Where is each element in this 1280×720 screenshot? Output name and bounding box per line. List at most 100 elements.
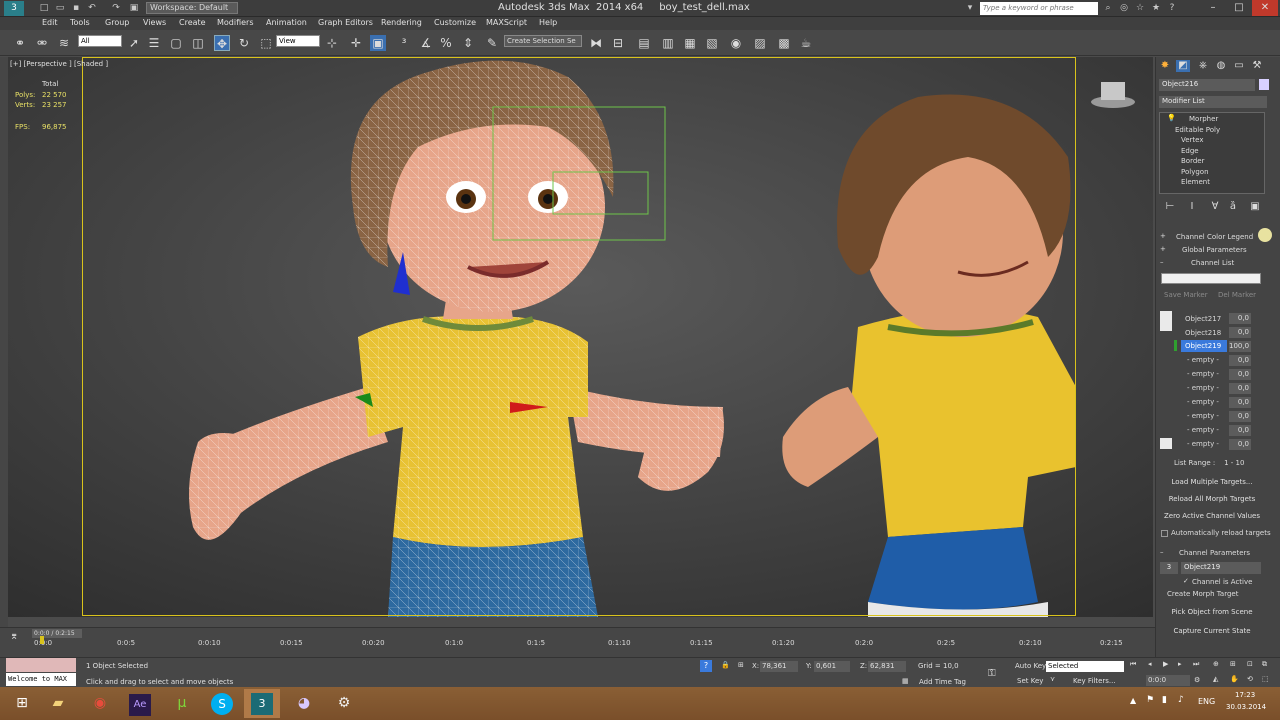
utility-app-icon[interactable]: ⚙	[326, 689, 362, 718]
select-and-rotate-icon[interactable]: ↻	[236, 35, 252, 51]
window-crossing-icon[interactable]: ◫	[190, 35, 206, 51]
search-icon[interactable]: ⌕	[1102, 2, 1114, 14]
capture-current-state-button[interactable]: Capture Current State	[1162, 625, 1262, 638]
keyboard-shortcut-override-icon[interactable]: ▣	[370, 35, 386, 51]
next-frame-icon[interactable]: ▸	[1178, 660, 1182, 668]
pick-object-button[interactable]: Pick Object from Scene	[1162, 606, 1262, 619]
windows-start-icon[interactable]: ⊞	[4, 689, 40, 718]
select-object-icon[interactable]: ➚	[126, 35, 142, 51]
redo-icon[interactable]: ↷	[110, 2, 122, 14]
maxscript-listener[interactable]: Welcome to MAX	[6, 673, 76, 686]
viewport-label[interactable]: [+] [Perspective ] [Shaded ]	[10, 60, 108, 68]
pivot-center-icon[interactable]: ⊹	[324, 35, 340, 51]
mini-curve-editor-icon[interactable]: ⌆	[10, 631, 18, 642]
configure-modifier-sets-icon[interactable]: ▣	[1248, 201, 1262, 213]
select-link-icon[interactable]: ⚭	[12, 35, 28, 51]
workspace-dropdown[interactable]: Workspace: Default	[146, 2, 238, 14]
unlink-icon[interactable]: ⚮	[34, 35, 50, 51]
channel-number-field[interactable]: 3	[1160, 562, 1178, 574]
3ds-max-taskbar-icon[interactable]: 3	[244, 689, 280, 718]
maximize-button[interactable]: □	[1226, 0, 1252, 16]
zoom-all-icon[interactable]: ⊞	[1230, 660, 1236, 668]
channel-scroll-up[interactable]	[1160, 311, 1172, 331]
make-unique-icon[interactable]: ∀	[1208, 201, 1222, 213]
menu-modifiers[interactable]: Modifiers	[217, 18, 254, 27]
zoom-extents-icon[interactable]: ⊡	[1247, 660, 1253, 668]
set-key-button[interactable]: Set Key	[1017, 677, 1043, 685]
stack-item-edge[interactable]: Edge	[1181, 147, 1199, 155]
marker-dropdown[interactable]	[1161, 273, 1261, 284]
play-icon[interactable]: ▶	[1163, 660, 1168, 668]
rollout-minus-icon[interactable]: –	[1160, 258, 1164, 266]
default-in-out-tangents-icon[interactable]: ⋎	[1050, 675, 1055, 683]
rollout-channel-color-legend[interactable]: Channel Color Legend	[1176, 233, 1253, 241]
clock-time[interactable]: 17:23	[1235, 691, 1255, 699]
channel-1[interactable]: Object217	[1185, 313, 1221, 325]
channel-8-value[interactable]: 0,0	[1229, 411, 1251, 422]
undo-icon[interactable]: ↶	[86, 2, 98, 14]
channel-7-value[interactable]: 0,0	[1229, 397, 1251, 408]
channel-7[interactable]: - empty -	[1187, 396, 1219, 408]
schematic-view-icon[interactable]: ▧	[704, 35, 720, 51]
stack-item-editable-poly[interactable]: Editable Poly	[1175, 126, 1220, 134]
channel-9[interactable]: - empty -	[1187, 424, 1219, 436]
go-to-start-icon[interactable]: ⏮	[1130, 660, 1136, 669]
pin-stack-icon[interactable]: ⊢	[1163, 201, 1177, 213]
select-and-move-icon[interactable]: ✥	[214, 35, 230, 51]
edit-named-selection-icon[interactable]: ✎	[484, 35, 500, 51]
menu-tools[interactable]: Tools	[70, 18, 90, 27]
x-coordinate-field[interactable]: 78,361	[760, 661, 798, 672]
open-icon[interactable]: ▭	[54, 2, 66, 14]
rollout-plus-icon[interactable]: +	[1160, 232, 1166, 240]
app-logo-icon[interactable]: 3	[4, 1, 24, 16]
stack-item-vertex[interactable]: Vertex	[1181, 136, 1204, 144]
channel-active-check-icon[interactable]: ✓	[1183, 577, 1189, 585]
favorites-icon[interactable]: ★	[1150, 2, 1162, 14]
help-icon[interactable]: ?	[1166, 2, 1178, 14]
channel-5-value[interactable]: 0,0	[1229, 369, 1251, 380]
channel-4[interactable]: - empty -	[1187, 354, 1219, 366]
channel-4-value[interactable]: 0,0	[1229, 355, 1251, 366]
channel-10[interactable]: - empty -	[1187, 438, 1219, 450]
key-icon[interactable]: ⚿	[988, 668, 996, 679]
new-icon[interactable]: □	[38, 2, 50, 14]
tray-flag-icon[interactable]: ⚑	[1146, 695, 1154, 705]
absolute-mode-icon[interactable]: ⊞	[738, 661, 744, 669]
menu-create[interactable]: Create	[179, 18, 206, 27]
material-editor-icon[interactable]: ◉	[728, 35, 744, 51]
rollout-minus-icon[interactable]: –	[1160, 548, 1164, 556]
zoom-icon[interactable]: ⊕	[1213, 660, 1219, 668]
select-and-scale-icon[interactable]: ⬚	[258, 35, 274, 51]
channel-6[interactable]: - empty -	[1187, 382, 1219, 394]
utilities-tab-icon[interactable]: ⚒	[1250, 60, 1264, 72]
mirror-icon[interactable]: ⧓	[588, 35, 604, 51]
channel-1-value[interactable]: 0,0	[1229, 313, 1251, 324]
bind-space-warp-icon[interactable]: ≋	[56, 35, 72, 51]
align-icon[interactable]: ⊟	[610, 35, 626, 51]
chrome-icon[interactable]: ◉	[82, 689, 118, 718]
lock-icon[interactable]: 🔒	[721, 661, 730, 669]
layer-manager-icon[interactable]: ▤	[636, 35, 652, 51]
stack-item-border[interactable]: Border	[1181, 157, 1204, 165]
close-button[interactable]: ✕	[1252, 0, 1278, 16]
key-mode-dropdown[interactable]: Selected	[1046, 661, 1124, 672]
stack-item-element[interactable]: Element	[1181, 178, 1210, 186]
show-end-result-icon[interactable]: I	[1185, 201, 1199, 213]
reload-all-morph-targets-button[interactable]: Reload All Morph Targets	[1162, 493, 1262, 506]
channel-8[interactable]: - empty -	[1187, 410, 1219, 422]
save-marker-button[interactable]: Save Marker	[1164, 291, 1208, 299]
skype-icon[interactable]: S	[204, 689, 240, 718]
utorrent-icon[interactable]: µ	[164, 689, 200, 718]
object-color-swatch[interactable]	[1259, 79, 1269, 90]
tray-network-icon[interactable]: ▮	[1162, 695, 1167, 705]
communication-icon[interactable]: ☆	[1134, 2, 1146, 14]
subscription-icon[interactable]: ◎	[1118, 2, 1130, 14]
tray-volume-icon[interactable]: ♪	[1178, 695, 1184, 705]
remove-modifier-icon[interactable]: ȁ	[1226, 201, 1240, 213]
previous-frame-icon[interactable]: ◂	[1148, 660, 1152, 668]
stack-item-polygon[interactable]: Polygon	[1181, 168, 1209, 176]
time-marker[interactable]	[40, 636, 44, 644]
auto-reload-checkbox[interactable]	[1161, 530, 1168, 537]
channel-6-value[interactable]: 0,0	[1229, 383, 1251, 394]
tray-arrow-icon[interactable]: ▲	[1130, 696, 1136, 705]
